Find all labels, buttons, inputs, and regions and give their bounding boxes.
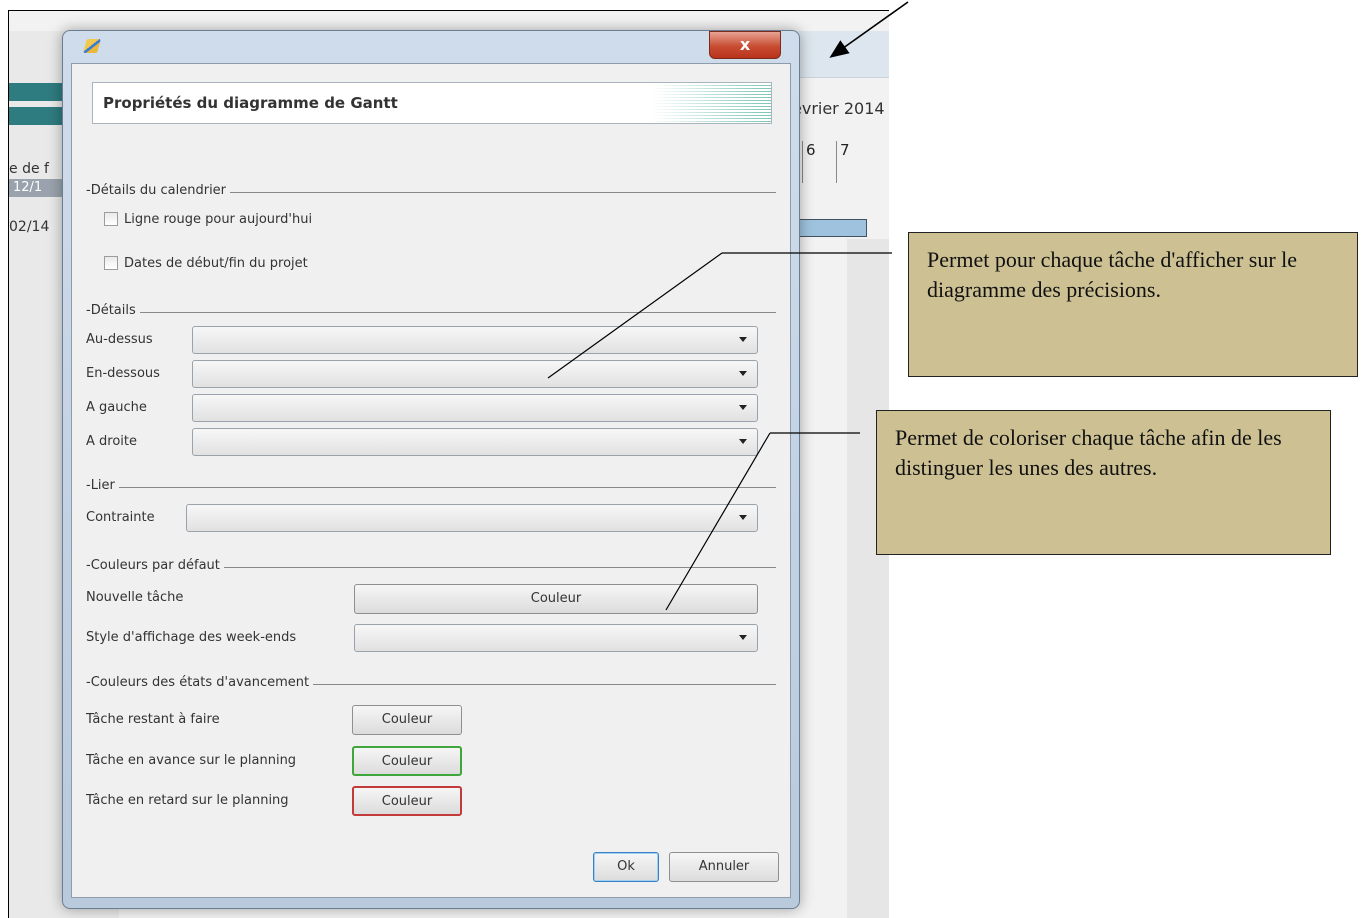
color-connector-diagonal (665, 432, 771, 611)
annotation-lines (547, 1, 909, 611)
top-arrow (829, 1, 909, 58)
details-connector-diagonal (547, 252, 723, 379)
